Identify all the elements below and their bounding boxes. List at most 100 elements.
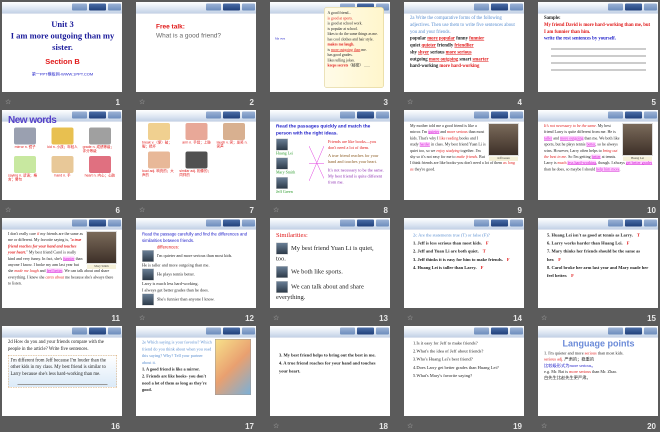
animation-icon[interactable]: ☆ bbox=[541, 422, 550, 430]
line-text: Section B bbox=[45, 57, 80, 66]
text-line: 3. My best friend helps to bring out the… bbox=[279, 351, 385, 359]
slide-thumbnail-13[interactable]: Similarities: My best friend Yuan Li is q… bbox=[270, 218, 390, 308]
animation-icon[interactable]: ☆ bbox=[541, 314, 550, 322]
avatar-photo bbox=[142, 250, 154, 263]
text-run: shy bbox=[410, 49, 419, 55]
slide-thumbnail-2[interactable]: Free talk: What is a good friend? bbox=[136, 2, 256, 92]
avatar-photo bbox=[276, 280, 288, 293]
slide-thumbnail-4[interactable]: 2a Write the comparative forms of the fo… bbox=[404, 2, 524, 92]
line-text: 4. Huang Lei is taller than Larry. bbox=[413, 264, 477, 270]
side-label: My own bbox=[275, 37, 286, 41]
slide-thumbnail-8[interactable]: Read the passages quickly and match the … bbox=[270, 110, 390, 200]
text-line: What is a good friend? bbox=[156, 31, 251, 40]
text-line: outgoing more outgoing smart smarter bbox=[410, 56, 519, 63]
text-line: 2d How do you and your friends compare w… bbox=[8, 339, 117, 353]
person-name: Huang Lei bbox=[276, 150, 293, 156]
text-line: 3.Who's Huang Lei's best friend? bbox=[413, 355, 519, 363]
animation-icon[interactable]: ☆ bbox=[407, 422, 416, 430]
animation-icon[interactable]: ☆ bbox=[5, 98, 14, 106]
vocab-label: hand n. 手 bbox=[54, 173, 71, 178]
slide-header-banner bbox=[2, 218, 122, 230]
line-text: I am more outgoing than my sister. bbox=[10, 30, 115, 52]
animation-icon[interactable]: ☆ bbox=[139, 314, 148, 322]
text-line: 1. Jeff is less serious than most kids. F bbox=[413, 239, 519, 247]
banner-block bbox=[357, 219, 374, 227]
banner-block bbox=[608, 3, 623, 11]
slide-thumbnail-16[interactable]: 2d How do you and your friends compare w… bbox=[2, 326, 122, 416]
slide-thumbnail-20[interactable]: Language points 1. I'm quieter and more s… bbox=[538, 326, 658, 416]
slide-thumbnail-12[interactable]: Read the passage carefully and find the … bbox=[136, 218, 256, 308]
text-line: 4.Does Larry get better grades than Huan… bbox=[413, 363, 519, 371]
slide-number: 5 bbox=[651, 98, 656, 107]
animation-icon[interactable]: ☆ bbox=[407, 98, 416, 106]
banner-block bbox=[625, 327, 642, 335]
banner-block bbox=[108, 327, 121, 335]
banner-block bbox=[510, 3, 523, 11]
slide-cell: Mary Smith I don't really care if my frie… bbox=[2, 218, 122, 323]
slide-cell: 2c Are the statements true (T) or false … bbox=[404, 218, 524, 323]
answer-text: I'm different from Jeff because I'm loud… bbox=[10, 357, 106, 377]
answer-mark: F bbox=[626, 240, 630, 246]
person-name: Jeff Green bbox=[276, 189, 293, 194]
slide-canvas: Similarities: My best friend Yuan Li is q… bbox=[270, 218, 390, 308]
text-run: than Mr. Zhao. bbox=[590, 369, 618, 375]
vocab-picture bbox=[14, 127, 37, 145]
text-run: funnier bbox=[469, 36, 485, 42]
slide-header-banner bbox=[538, 326, 658, 338]
text-run: get better grades bbox=[625, 160, 653, 166]
slide-thumbnail-6[interactable]: New words mirror n. 镜子 kid n. 小孩；年轻人 grade … bbox=[2, 110, 122, 200]
banner-block bbox=[510, 219, 523, 227]
banner-block bbox=[72, 219, 87, 227]
slide-title: Language points bbox=[562, 338, 635, 349]
banner-block bbox=[376, 219, 389, 227]
animation-icon[interactable]: ☆ bbox=[139, 98, 148, 106]
slide-thumbnail-3[interactable]: My own A good friend... is good at sports.… bbox=[270, 2, 390, 92]
slide-thumbnail-5[interactable]: Sample: My friend David is more hard-work… bbox=[538, 2, 658, 92]
vocab-label: mirror n. 镜子 bbox=[14, 145, 36, 150]
line-text: 2a Write the comparative forms of the fo… bbox=[410, 15, 515, 35]
slide-thumbnail-18[interactable]: 3. My best friend helps to bring out the… bbox=[270, 326, 390, 416]
slide-thumbnail-7[interactable]: break v.（使）破；裂；损坏 arm n. 手臂；上肢 laugh v. 笑；… bbox=[136, 110, 256, 200]
text-run: quieter bbox=[421, 43, 436, 49]
slide-thumbnail-9[interactable]: Jeff Green My mother told me a good frien… bbox=[404, 110, 524, 200]
animation-icon[interactable]: ☆ bbox=[273, 314, 282, 322]
slide-thumbnail-15[interactable]: 5. Huang Lei isn't as good at tennis as … bbox=[538, 218, 658, 308]
banner-block bbox=[491, 111, 508, 119]
vocab-picture bbox=[51, 155, 74, 173]
slide-thumbnail-1[interactable]: Unit 3I am more outgoing than my sister.… bbox=[2, 2, 122, 92]
text-line: 5. Huang Lei isn't as good at tennis as … bbox=[547, 231, 653, 239]
slide-cell: 2a Write the comparative forms of the fo… bbox=[404, 2, 524, 107]
slide-number: 2 bbox=[249, 98, 254, 107]
slide-thumbnail-19[interactable]: 1.Is it easy for Jeff to make friends? 2.… bbox=[404, 326, 524, 416]
animation-icon[interactable]: ☆ bbox=[273, 422, 282, 430]
text-run: and bbox=[439, 129, 448, 135]
banner-block bbox=[644, 219, 657, 227]
text-run: than most kids. bbox=[596, 350, 624, 356]
slide-canvas: Huang Lei It's not necessary to be the sa… bbox=[538, 110, 658, 200]
vocab-item: saying n. 谚语；格言；警句 bbox=[8, 155, 42, 182]
slide-header-banner bbox=[2, 2, 122, 14]
answer-mark: T bbox=[636, 232, 640, 238]
text-run: much bbox=[557, 160, 567, 166]
animation-icon[interactable]: ☆ bbox=[139, 206, 148, 214]
slide-cell: break v.（使）破；裂；损坏 arm n. 手臂；上肢 laugh v. 笑；… bbox=[136, 110, 256, 215]
text-run: hard-working bbox=[410, 63, 440, 69]
banner-block bbox=[223, 327, 240, 335]
slide-thumbnail-17[interactable]: 2e Which saying is your favorite? Which … bbox=[136, 326, 256, 416]
slide-thumbnail-11[interactable]: Mary Smith I don't really care if my frie… bbox=[2, 218, 122, 308]
banner-block bbox=[625, 111, 642, 119]
animation-icon[interactable]: ☆ bbox=[273, 206, 282, 214]
line-text: Unit 3 bbox=[51, 19, 74, 30]
slide-thumbnail-10[interactable]: Huang Lei It's not necessary to be the sa… bbox=[538, 110, 658, 200]
answer-mark: T bbox=[482, 248, 486, 254]
person-name: Mary Smith bbox=[276, 170, 296, 175]
answer-mark: F bbox=[485, 240, 489, 246]
animation-icon[interactable]: ☆ bbox=[5, 206, 14, 214]
slide-thumbnail-14[interactable]: 2c Are the statements true (T) or false … bbox=[404, 218, 524, 308]
animation-icon[interactable]: ☆ bbox=[407, 314, 416, 322]
slide-cell: My own A good friend... is good at sports.… bbox=[270, 2, 390, 107]
line-text: 2. Friends are like books- you don't nee… bbox=[142, 373, 207, 393]
avatar-photo bbox=[142, 293, 154, 306]
person-photo: Mary Smith bbox=[86, 231, 117, 269]
text-line: hard-working more hard-working bbox=[410, 63, 519, 70]
